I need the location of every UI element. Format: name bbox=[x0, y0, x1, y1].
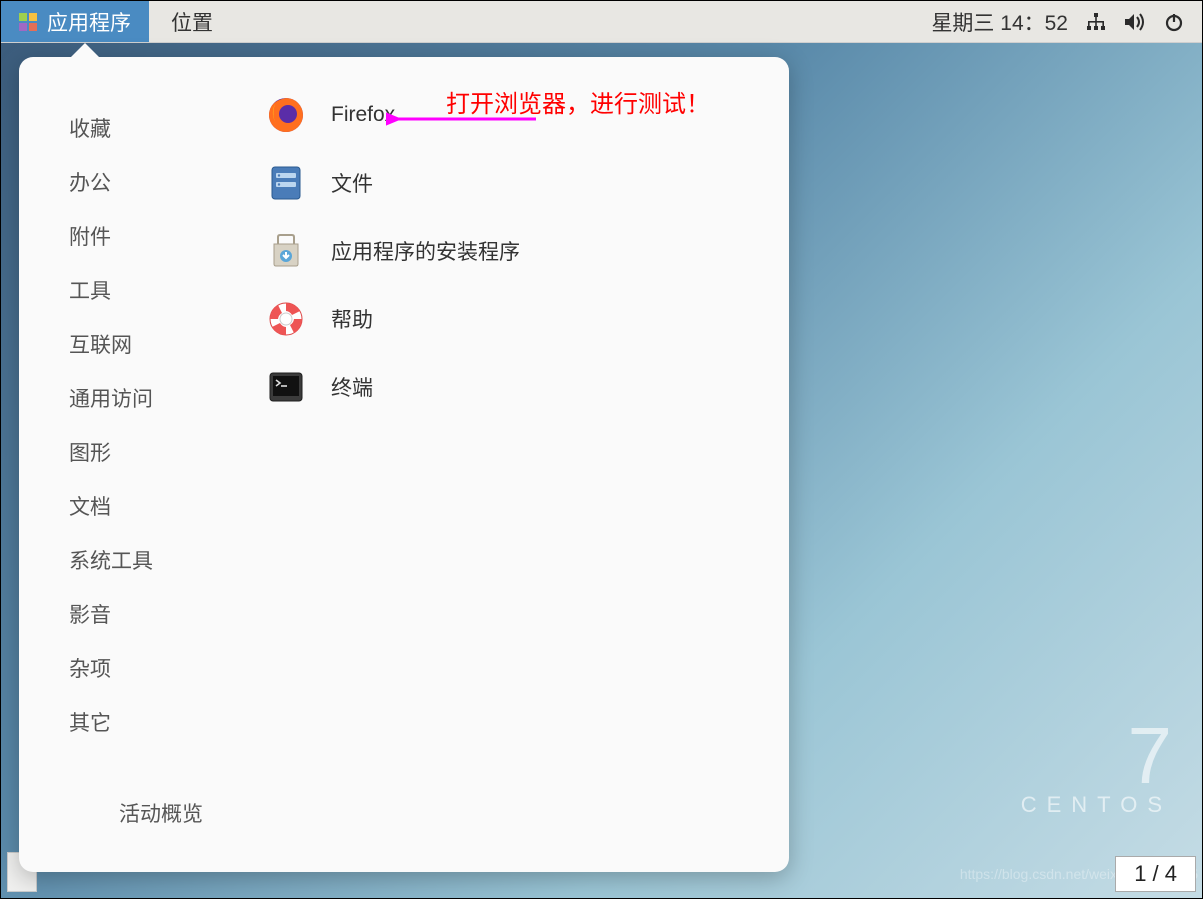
category-accessories[interactable]: 附件 bbox=[69, 209, 223, 263]
top-bar-left: 应用程序 位置 bbox=[1, 1, 235, 42]
category-label: 收藏 bbox=[69, 118, 111, 141]
application-column: Firefox 文件 bbox=[223, 57, 789, 872]
software-install-icon bbox=[267, 232, 305, 270]
category-office[interactable]: 办公 bbox=[69, 155, 223, 209]
app-files[interactable]: 文件 bbox=[267, 163, 789, 203]
top-bar: 应用程序 位置 星期三 14：52 bbox=[1, 1, 1202, 43]
places-label: 位置 bbox=[171, 7, 213, 37]
app-terminal[interactable]: 终端 bbox=[267, 367, 789, 407]
category-label: 影音 bbox=[69, 604, 111, 627]
category-internet[interactable]: 互联网 bbox=[69, 317, 223, 371]
top-bar-right: 星期三 14：52 bbox=[931, 1, 1202, 42]
category-label: 其它 bbox=[69, 712, 111, 735]
app-label: 文件 bbox=[331, 168, 373, 198]
clock-label[interactable]: 星期三 14：52 bbox=[931, 7, 1068, 37]
category-other[interactable]: 其它 bbox=[69, 695, 223, 749]
category-label: 互联网 bbox=[69, 334, 132, 357]
category-favorites[interactable]: 收藏 bbox=[69, 101, 223, 155]
category-documents[interactable]: 文档 bbox=[69, 479, 223, 533]
menu-pointer bbox=[71, 43, 99, 57]
applications-panel: 收藏 办公 附件 工具 互联网 通用访问 图形 文档 系统工具 影音 杂项 其它… bbox=[19, 57, 789, 872]
category-graphics[interactable]: 图形 bbox=[69, 425, 223, 479]
category-label: 文档 bbox=[69, 496, 111, 519]
annotation-arrow-icon bbox=[386, 99, 546, 139]
help-icon bbox=[267, 300, 305, 338]
activities-label: 活动概览 bbox=[119, 803, 203, 826]
category-label: 图形 bbox=[69, 442, 111, 465]
volume-icon[interactable] bbox=[1124, 12, 1146, 32]
brand-version: 7 bbox=[1021, 720, 1172, 792]
power-icon[interactable] bbox=[1164, 12, 1184, 32]
applications-icon bbox=[19, 13, 37, 31]
category-label: 杂项 bbox=[69, 658, 111, 681]
network-icon[interactable] bbox=[1086, 12, 1106, 32]
places-menu-button[interactable]: 位置 bbox=[149, 1, 235, 42]
brand-name: CENTOS bbox=[1021, 792, 1172, 818]
category-label: 通用访问 bbox=[69, 388, 153, 411]
app-software-install[interactable]: 应用程序的安装程序 bbox=[267, 231, 789, 271]
category-tools[interactable]: 工具 bbox=[69, 263, 223, 317]
firefox-icon bbox=[267, 96, 305, 134]
category-label: 办公 bbox=[69, 172, 111, 195]
category-media[interactable]: 影音 bbox=[69, 587, 223, 641]
category-label: 工具 bbox=[69, 280, 111, 303]
category-list: 收藏 办公 附件 工具 互联网 通用访问 图形 文档 系统工具 影音 杂项 其它 bbox=[69, 101, 223, 749]
centos-brand: 7 CENTOS bbox=[1021, 720, 1172, 818]
activities-overview[interactable]: 活动概览 bbox=[69, 786, 223, 872]
file-manager-icon bbox=[267, 164, 305, 202]
app-label: 终端 bbox=[331, 372, 373, 402]
app-label: 帮助 bbox=[331, 304, 373, 334]
category-column: 收藏 办公 附件 工具 互联网 通用访问 图形 文档 系统工具 影音 杂项 其它… bbox=[19, 57, 223, 872]
category-universal-access[interactable]: 通用访问 bbox=[69, 371, 223, 425]
category-label: 系统工具 bbox=[69, 550, 153, 573]
app-help[interactable]: 帮助 bbox=[267, 299, 789, 339]
terminal-icon bbox=[267, 368, 305, 406]
category-misc[interactable]: 杂项 bbox=[69, 641, 223, 695]
applications-menu-button[interactable]: 应用程序 bbox=[1, 1, 149, 42]
category-label: 附件 bbox=[69, 226, 111, 249]
category-system-tools[interactable]: 系统工具 bbox=[69, 533, 223, 587]
app-label: 应用程序的安装程序 bbox=[331, 236, 520, 266]
applications-label: 应用程序 bbox=[47, 7, 131, 37]
page-indicator: 1 / 4 bbox=[1115, 856, 1196, 892]
page-indicator-label: 1 / 4 bbox=[1134, 861, 1177, 886]
